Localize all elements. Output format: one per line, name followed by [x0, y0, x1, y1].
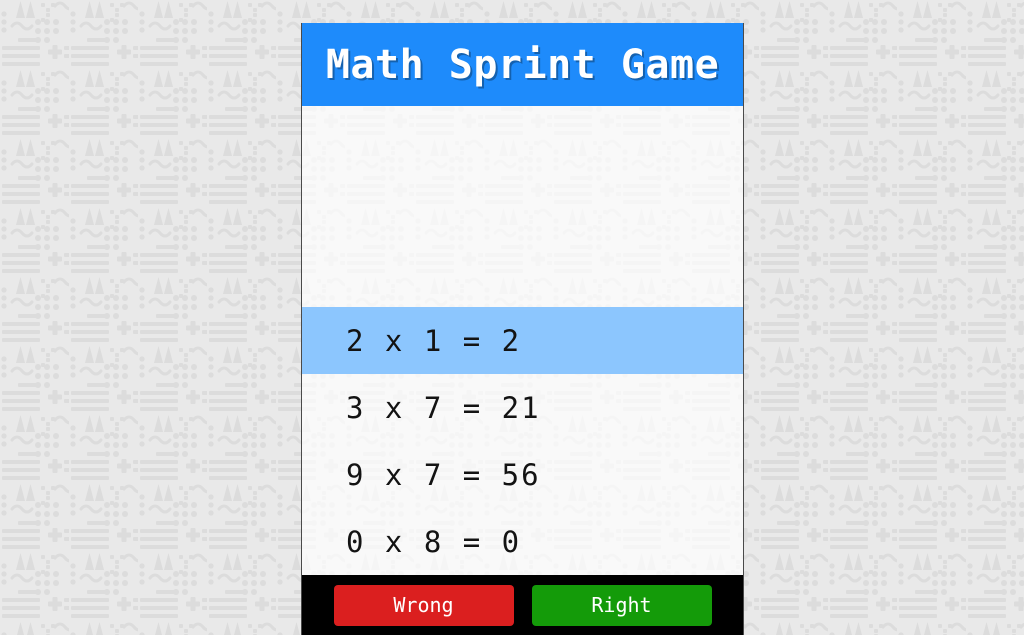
- game-card: Math Sprint Game 2 x 1 = 2 3 x 7 = 21 9 x …: [301, 23, 744, 635]
- equation-row: 3 x 7 = 21: [346, 390, 541, 425]
- game-footer: Wrong Right: [302, 575, 743, 635]
- page-title: Math Sprint Game: [325, 41, 720, 88]
- wrong-button[interactable]: Wrong: [333, 584, 514, 626]
- equation-row-current: 2 x 1 = 2: [302, 307, 743, 374]
- game-header: Math Sprint Game: [302, 23, 743, 106]
- equation-board: 2 x 1 = 2 3 x 7 = 21 9 x 7 = 56 0 x 8 = 0: [302, 106, 743, 575]
- equation-list: 2 x 1 = 2 3 x 7 = 21 9 x 7 = 56 0 x 8 = 0: [302, 307, 743, 575]
- equation-board-spacer: [302, 106, 743, 307]
- equation-row: 9 x 7 = 56: [346, 457, 541, 492]
- equation-row: 0 x 8 = 0: [346, 524, 522, 559]
- right-button[interactable]: Right: [531, 584, 712, 626]
